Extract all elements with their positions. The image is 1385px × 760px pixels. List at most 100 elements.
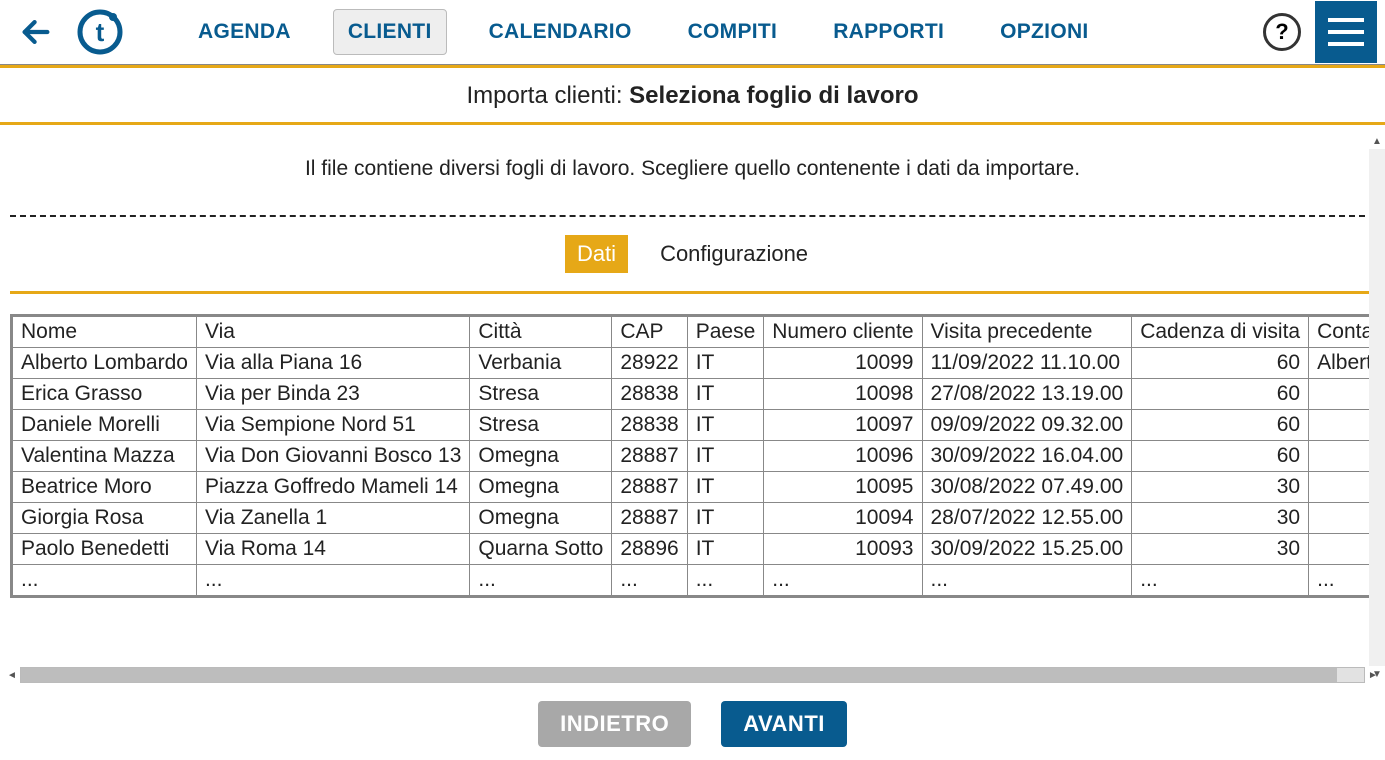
table-cell: 60 xyxy=(1132,379,1309,410)
preview-table-container: NomeViaCittàCAPPaeseNumero clienteVisita… xyxy=(10,314,1375,598)
scroll-down-icon[interactable]: ▼ xyxy=(1369,666,1385,682)
table-cell: ... xyxy=(196,565,469,596)
top-bar: t AGENDA CLIENTI CALENDARIO COMPITI RAPPORTI… xyxy=(0,0,1385,65)
app-logo-icon: t xyxy=(76,8,124,56)
table-cell: ... xyxy=(470,565,612,596)
column-header: Città xyxy=(470,317,612,348)
table-cell: IT xyxy=(687,379,764,410)
column-header: Visita precedente xyxy=(922,317,1132,348)
nav-tab-rapporti[interactable]: RAPPORTI xyxy=(819,10,958,54)
column-header: Contatto xyxy=(1309,317,1375,348)
table-row: Beatrice MoroPiazza Goffredo Mameli 14Om… xyxy=(13,472,1376,503)
table-cell: Giorgia Rosa xyxy=(13,503,197,534)
table-cell: Verbania xyxy=(470,348,612,379)
table-cell: ... xyxy=(764,565,922,596)
table-cell: 10099 xyxy=(764,348,922,379)
table-cell: Omegna xyxy=(470,441,612,472)
worksheet-tab-dati[interactable]: Dati xyxy=(565,235,628,273)
table-cell: Omegna xyxy=(470,472,612,503)
column-header: CAP xyxy=(612,317,687,348)
table-cell xyxy=(1309,472,1375,503)
table-cell: 11/09/2022 11.10.00 xyxy=(922,348,1132,379)
worksheet-tabs: Dati Configurazione xyxy=(10,217,1375,294)
table-cell: 10094 xyxy=(764,503,922,534)
table-cell: ... xyxy=(612,565,687,596)
nav-tab-opzioni[interactable]: OPZIONI xyxy=(986,10,1102,54)
column-header: Nome xyxy=(13,317,197,348)
scroll-up-icon[interactable]: ▲ xyxy=(1369,133,1385,149)
title-bold: Seleziona foglio di lavoro xyxy=(629,82,918,109)
table-cell: Via Zanella 1 xyxy=(196,503,469,534)
back-button[interactable]: INDIETRO xyxy=(538,701,691,747)
content-area: Il file contiene diversi fogli di lavoro… xyxy=(0,125,1385,666)
table-cell: 10097 xyxy=(764,410,922,441)
scroll-thumb[interactable] xyxy=(21,668,1337,682)
table-cell: IT xyxy=(687,503,764,534)
table-cell: Omegna xyxy=(470,503,612,534)
table-row: Valentina MazzaVia Don Giovanni Bosco 13… xyxy=(13,441,1376,472)
table-cell: Via per Binda 23 xyxy=(196,379,469,410)
table-cell: 10095 xyxy=(764,472,922,503)
table-cell: IT xyxy=(687,534,764,565)
vertical-scrollbar[interactable]: ▲ ▼ xyxy=(1369,133,1385,682)
table-cell: 10096 xyxy=(764,441,922,472)
table-cell: Daniele Morelli xyxy=(13,410,197,441)
table-row: ........................... xyxy=(13,565,1376,596)
table-cell: Beatrice Moro xyxy=(13,472,197,503)
table-cell: IT xyxy=(687,410,764,441)
table-cell: Alberto Lo xyxy=(1309,348,1375,379)
column-header: Numero cliente xyxy=(764,317,922,348)
table-cell: 10098 xyxy=(764,379,922,410)
next-button[interactable]: AVANTI xyxy=(721,701,847,747)
table-header-row: NomeViaCittàCAPPaeseNumero clienteVisita… xyxy=(13,317,1376,348)
instruction-text: Il file contiene diversi fogli di lavoro… xyxy=(0,125,1385,215)
back-arrow-icon[interactable] xyxy=(16,12,56,52)
nav-tab-clienti[interactable]: CLIENTI xyxy=(333,9,447,55)
worksheet-tab-configurazione[interactable]: Configurazione xyxy=(648,235,820,273)
scroll-track[interactable] xyxy=(1369,149,1385,666)
table-cell: Via alla Piana 16 xyxy=(196,348,469,379)
nav-tab-compiti[interactable]: COMPITI xyxy=(674,10,792,54)
table-cell: 28922 xyxy=(612,348,687,379)
table-cell: Stresa xyxy=(470,410,612,441)
table-cell: ... xyxy=(13,565,197,596)
table-cell: Piazza Goffredo Mameli 14 xyxy=(196,472,469,503)
menu-button[interactable] xyxy=(1315,1,1377,63)
nav-tab-agenda[interactable]: AGENDA xyxy=(184,10,305,54)
table-row: Giorgia RosaVia Zanella 1Omegna28887IT10… xyxy=(13,503,1376,534)
table-cell: 60 xyxy=(1132,410,1309,441)
column-header: Paese xyxy=(687,317,764,348)
table-cell: 28838 xyxy=(612,379,687,410)
table-cell: 30/09/2022 16.04.00 xyxy=(922,441,1132,472)
help-button[interactable]: ? xyxy=(1263,13,1301,51)
table-cell: 28887 xyxy=(612,503,687,534)
table-row: Paolo BenedettiVia Roma 14Quarna Sotto28… xyxy=(13,534,1376,565)
table-cell: ... xyxy=(687,565,764,596)
table-cell: IT xyxy=(687,472,764,503)
table-cell: IT xyxy=(687,348,764,379)
table-cell: Paolo Benedetti xyxy=(13,534,197,565)
table-cell: 28838 xyxy=(612,410,687,441)
hamburger-icon xyxy=(1328,18,1364,22)
table-cell: 30 xyxy=(1132,503,1309,534)
table-cell xyxy=(1309,410,1375,441)
table-cell: 28/07/2022 12.55.00 xyxy=(922,503,1132,534)
horizontal-scrollbar[interactable]: ◄ ► xyxy=(4,666,1381,684)
table-cell: ... xyxy=(1132,565,1309,596)
table-cell: Alberto Lombardo xyxy=(13,348,197,379)
scroll-track[interactable] xyxy=(20,667,1365,683)
column-header: Cadenza di visita xyxy=(1132,317,1309,348)
table-cell: Valentina Mazza xyxy=(13,441,197,472)
table-cell: 30/09/2022 15.25.00 xyxy=(922,534,1132,565)
title-prefix: Importa clienti: xyxy=(466,82,629,109)
hamburger-icon xyxy=(1328,42,1364,46)
table-cell: 09/09/2022 09.32.00 xyxy=(922,410,1132,441)
scroll-left-icon[interactable]: ◄ xyxy=(4,667,20,683)
table-cell xyxy=(1309,441,1375,472)
hamburger-icon xyxy=(1328,30,1364,34)
table-cell: Via Sempione Nord 51 xyxy=(196,410,469,441)
wizard-footer: INDIETRO AVANTI xyxy=(0,688,1385,760)
table-cell: Quarna Sotto xyxy=(470,534,612,565)
nav-tab-calendario[interactable]: CALENDARIO xyxy=(475,10,646,54)
table-cell: 60 xyxy=(1132,348,1309,379)
